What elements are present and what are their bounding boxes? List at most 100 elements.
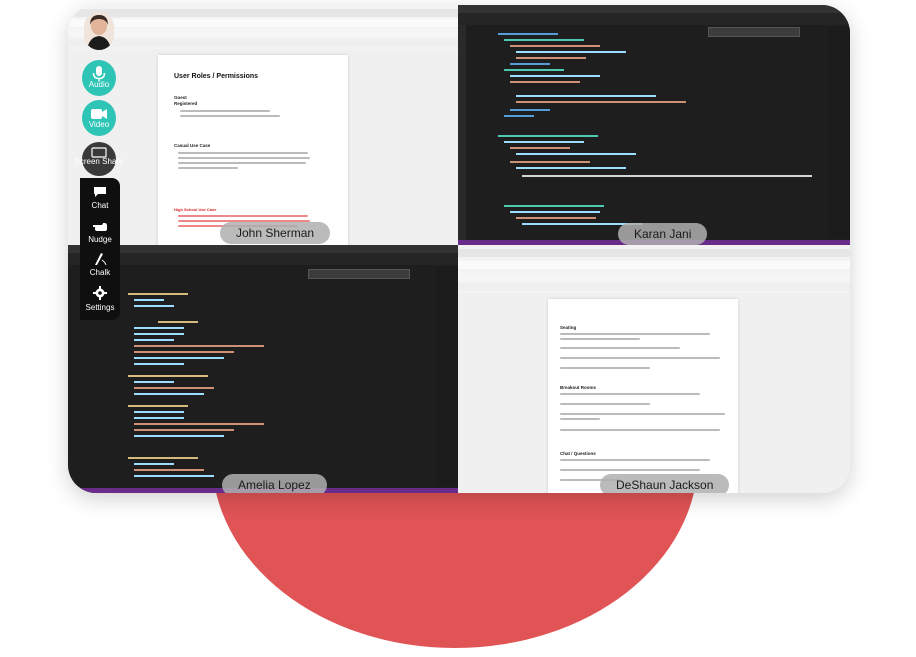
doc-title: User Roles / Permissions [174, 73, 259, 80]
participant-name: Amelia Lopez [222, 474, 327, 493]
code-line [128, 375, 208, 377]
video-call-window: User Roles / Permissions Guest Registere… [68, 5, 850, 493]
doc-text-line [178, 167, 238, 169]
code-line [134, 411, 184, 413]
code-line [516, 95, 656, 97]
nudge-label: Nudge [88, 235, 112, 244]
participant-tile-2[interactable]: Karan Jani [458, 5, 850, 245]
code-line [498, 135, 598, 137]
doc-text-line [560, 367, 650, 369]
browser-chrome [458, 245, 850, 294]
code-line [498, 33, 558, 35]
doc-heading-casual: Casual Use Case [174, 143, 211, 148]
settings-button[interactable]: Settings [80, 286, 120, 314]
code-line [516, 57, 586, 59]
screen-share-button[interactable]: Screen Share [75, 142, 123, 176]
document-page: Seating Breakout Rooms Chat / Questions [548, 299, 738, 493]
doc-text-line [560, 418, 600, 420]
code-line [522, 175, 812, 177]
code-line [134, 435, 224, 437]
doc-text-line [560, 347, 680, 349]
code-line [128, 405, 188, 407]
doc-heading-chat: Chat / Questions [560, 451, 596, 456]
chalk-label: Chalk [89, 268, 111, 277]
code-line [134, 363, 184, 365]
code-line [510, 109, 550, 111]
chalk-pen-icon [95, 253, 107, 266]
code-line [510, 75, 600, 77]
doc-text-line [180, 115, 280, 117]
code-line [504, 39, 584, 41]
participant-name: Karan Jani [618, 223, 708, 245]
code-line [158, 321, 198, 323]
code-line [134, 305, 174, 307]
doc-text-line [560, 393, 700, 395]
code-line [504, 69, 564, 71]
audio-button[interactable]: Audio [82, 60, 116, 96]
code-line [134, 333, 184, 335]
code-line [128, 457, 198, 459]
doc-text-line [560, 338, 640, 340]
code-line [516, 217, 596, 219]
doc-text-line [560, 469, 700, 471]
code-line [516, 167, 626, 169]
code-line [510, 81, 580, 83]
code-line [134, 393, 204, 395]
code-line [510, 211, 600, 213]
video-camera-icon [91, 109, 107, 119]
audio-label: Audio [88, 80, 110, 89]
gear-icon [93, 286, 107, 300]
code-line [510, 45, 600, 47]
doc-text-line [560, 413, 725, 415]
code-line [134, 345, 264, 347]
doc-text-line [178, 215, 308, 217]
doc-text-line [560, 429, 720, 431]
doc-text-line [560, 357, 720, 359]
doc-text-line [180, 110, 270, 112]
chat-bubble-icon [94, 187, 106, 197]
code-line [134, 469, 204, 471]
code-line [134, 299, 164, 301]
chat-button[interactable]: Chat [80, 186, 120, 212]
document-page: User Roles / Permissions Guest Registere… [158, 55, 348, 245]
code-line [134, 357, 224, 359]
code-line [504, 115, 534, 117]
doc-text-line [178, 162, 306, 164]
code-line [504, 205, 604, 207]
participant-tile-4[interactable]: Seating Breakout Rooms Chat / Questions … [458, 245, 850, 493]
doc-heading-seating: Seating [560, 325, 577, 330]
chalk-button[interactable]: Chalk [80, 252, 120, 278]
participant-name: DeShaun Jackson [600, 474, 730, 493]
code-lines [498, 33, 812, 225]
code-line [510, 63, 550, 65]
video-label: Video [88, 120, 110, 129]
doc-text-line [560, 459, 710, 461]
video-button[interactable]: Video [82, 100, 116, 136]
screen-share-label: Screen Share [74, 157, 124, 166]
code-line [134, 351, 234, 353]
doc-text-line [178, 157, 310, 159]
code-line [516, 101, 686, 103]
code-line [134, 463, 174, 465]
settings-label: Settings [85, 303, 115, 312]
code-line [134, 339, 174, 341]
doc-heading-high-school: High School Use Case [174, 207, 217, 212]
nudge-button[interactable]: Nudge [80, 220, 120, 246]
code-line [134, 429, 234, 431]
code-line [510, 147, 570, 149]
doc-heading-guest: Guest [174, 95, 187, 100]
code-line [504, 141, 584, 143]
hand-pointer-icon [93, 223, 107, 231]
doc-text-line [560, 403, 650, 405]
code-line [134, 381, 174, 383]
code-line [134, 327, 184, 329]
browser-chrome [68, 5, 458, 50]
code-line [510, 161, 590, 163]
doc-heading-registered: Registered [174, 101, 198, 106]
chat-label: Chat [91, 201, 109, 210]
participant-tile-3[interactable]: Amelia Lopez [68, 245, 458, 493]
doc-text-line [178, 152, 308, 154]
self-avatar [84, 12, 114, 50]
code-line [516, 153, 636, 155]
code-line [134, 475, 214, 477]
